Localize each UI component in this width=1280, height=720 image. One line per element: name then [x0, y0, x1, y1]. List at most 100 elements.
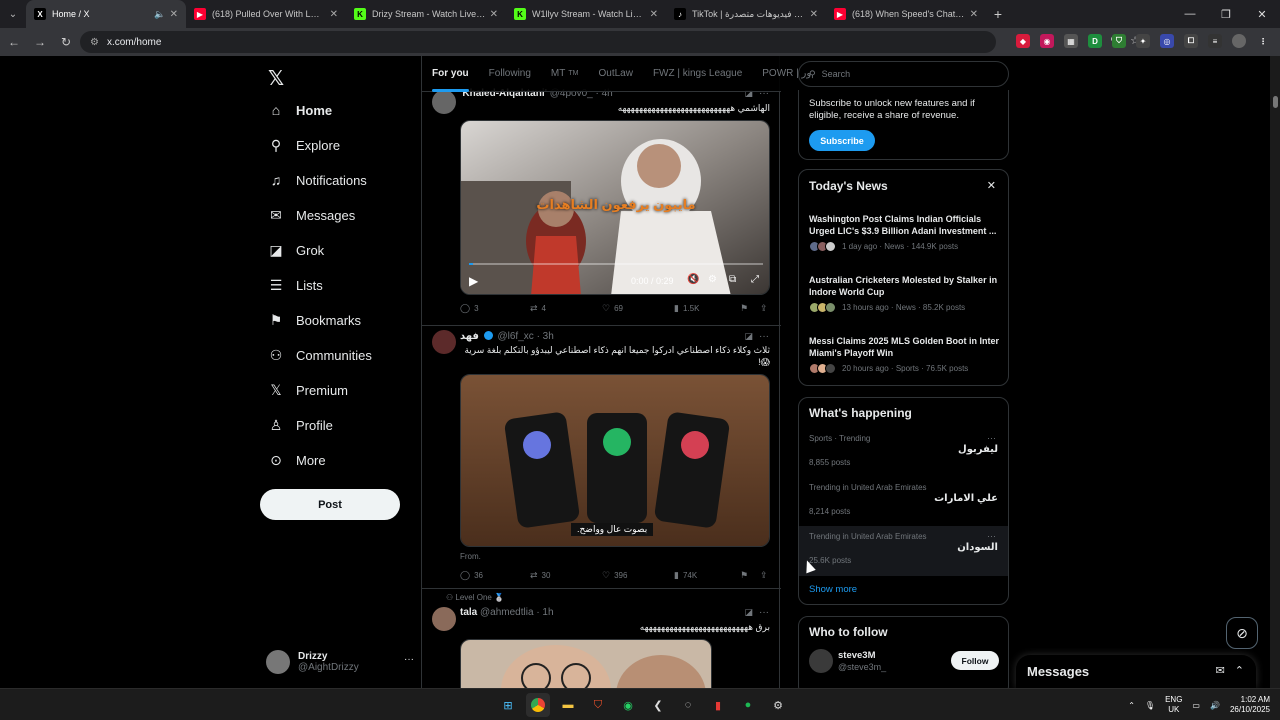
nav-item-messages[interactable]: ✉ Messages [268, 200, 355, 230]
bookmark-button[interactable]: ⚑ [740, 303, 748, 314]
trend-item[interactable]: Trending in United Arab Emirates ··· الس… [799, 526, 1008, 576]
language-indicator[interactable]: ENG UK [1165, 695, 1182, 715]
chrome-icon[interactable] [526, 693, 550, 717]
nav-item-grok[interactable]: ◪ Grok [268, 235, 324, 265]
pip-icon[interactable]: ⧉ [729, 274, 736, 285]
views-button[interactable]: ▮ 1.5K [674, 303, 734, 314]
new-message-icon[interactable]: ✉ [1216, 664, 1225, 677]
close-tab-icon[interactable]: ✕ [490, 9, 498, 20]
browser-tab[interactable]: K Drizy Stream - Watch Live on Ki ✕ [346, 0, 506, 28]
grok-explain-icon[interactable]: ◪ [744, 331, 753, 342]
messages-drawer[interactable]: Messages ✉ ⌃ [1016, 655, 1256, 688]
url-field[interactable]: ⚙ x.com/home [80, 31, 996, 53]
trend-item[interactable]: Trending in United Arab Emirates علي الا… [799, 477, 1008, 527]
restore-icon[interactable]: ❐ [1208, 0, 1244, 28]
tab-following[interactable]: Following [479, 56, 541, 92]
windows-start-icon[interactable]: ⊞ [496, 693, 520, 717]
browser-tab[interactable]: ▶ (618) Pulled Over With LOTS Of ✕ [186, 0, 346, 28]
puzzle-icon[interactable]: ⧠ [1184, 34, 1198, 48]
browser-tab[interactable]: ♪ TikTok | شاهد فيديوهات متصدرة ✕ [666, 0, 826, 28]
x-logo-icon[interactable]: 𝕏 [268, 66, 284, 91]
tab-search-icon[interactable]: ⌄ [0, 0, 26, 28]
like-button[interactable]: ♡ 69 [602, 303, 674, 314]
tab-for-you[interactable]: For you [422, 56, 479, 92]
avatar[interactable] [432, 607, 456, 631]
profile-avatar[interactable] [1232, 34, 1246, 48]
tweet[interactable]: ⚇ Level One 🥈 tala @ahmedtlia · 1h ◪ ···… [422, 589, 781, 688]
nav-item-notifications[interactable]: ♫ Notifications [268, 165, 367, 195]
more-dots-icon[interactable]: ··· [987, 433, 996, 443]
follow-suggestion[interactable]: steve3M @steve3m_ Follow [809, 647, 999, 677]
grok-button[interactable]: ⊘ [1226, 617, 1258, 649]
tweet-time[interactable]: 1h [542, 607, 553, 618]
author-name[interactable]: tala [460, 607, 477, 618]
reply-button[interactable]: ◯ 36 [460, 570, 530, 581]
more-dots-icon[interactable]: ··· [987, 531, 996, 541]
tweet[interactable]: 'Khaled-Alqahtani' @4pov0_ · 4h ◪ ··· ال… [422, 84, 781, 326]
close-tab-icon[interactable]: ✕ [170, 9, 178, 20]
news-item[interactable]: Australian Cricketers Molested by Stalke… [809, 274, 1004, 313]
tweet-video[interactable]: بصوت عال وواضح. [460, 374, 770, 547]
extension-icon[interactable]: D [1088, 34, 1102, 48]
extension-icon[interactable]: ◉ [1040, 34, 1054, 48]
follow-button[interactable]: Follow [951, 651, 999, 670]
social-context[interactable]: ⚇ Level One 🥈 [446, 593, 504, 602]
tweet-time[interactable]: 3h [543, 331, 554, 342]
close-tab-icon[interactable]: ✕ [650, 9, 658, 20]
back-icon[interactable]: ← [2, 30, 26, 54]
author-handle[interactable]: @l6f_xc [498, 331, 534, 342]
network-icon[interactable]: ▭ [1192, 701, 1200, 710]
nav-item-bookmarks[interactable]: ⚑ Bookmarks [268, 305, 361, 335]
media-controls-icon[interactable]: ≡ [1208, 34, 1222, 48]
nav-item-lists[interactable]: ☰ Lists [268, 270, 323, 300]
nav-item-premium[interactable]: 𝕏 Premium [268, 375, 348, 405]
new-tab-icon[interactable]: + [986, 0, 1010, 28]
tweet[interactable]: فهد @l6f_xc · 3h ◪ ··· ثلاث وكلاء ذكاء ا… [422, 326, 781, 589]
speaker-icon[interactable]: 🔈 [154, 9, 165, 20]
browser-tab[interactable]: ▶ (618) When Speed's Chat Made ✕ [826, 0, 986, 28]
show-hidden-icons-icon[interactable]: ⌃ [1128, 701, 1135, 710]
site-info-icon[interactable]: ⚙ [90, 37, 99, 48]
scrollbar-thumb[interactable] [1273, 96, 1278, 108]
more-dots-icon[interactable]: ··· [404, 654, 414, 665]
close-window-icon[interactable]: ✕ [1244, 0, 1280, 28]
scrollbar[interactable] [1270, 56, 1280, 688]
trend-item[interactable]: Sports · Trending ··· ليفربول 8,855 post… [799, 428, 1008, 478]
like-button[interactable]: ♡ 396 [602, 570, 674, 581]
extension-icon[interactable]: ✦ [1136, 34, 1150, 48]
repost-button[interactable]: ⇄ 30 [530, 570, 602, 581]
avatar[interactable] [809, 649, 833, 673]
tweet-video[interactable]: مايبون يرفعون الشاهدات ▶ 0:00 / 0:29 🔇 ⚙… [460, 120, 770, 295]
more-dots-icon[interactable]: ··· [759, 607, 769, 618]
settings-icon[interactable]: ⚙ [766, 693, 790, 717]
search-input[interactable]: ⚲ Search [798, 61, 1009, 87]
whatsapp-icon[interactable]: ◉ [616, 693, 640, 717]
extension-icon[interactable]: ◆ [1016, 34, 1030, 48]
fullscreen-icon[interactable]: ⤢ [751, 274, 759, 285]
clock[interactable]: 1:02 AM 26/10/2025 [1230, 695, 1270, 715]
app-icon[interactable]: ▮ [706, 693, 730, 717]
minimize-icon[interactable]: — [1172, 0, 1208, 28]
app-icon[interactable]: ❮ [646, 693, 670, 717]
more-dots-icon[interactable]: ··· [759, 331, 769, 342]
app-icon[interactable]: ◌ [676, 693, 700, 717]
tweet-image[interactable] [460, 639, 712, 688]
news-item[interactable]: Washington Post Claims Indian Officials … [809, 213, 1004, 252]
avatar[interactable] [432, 330, 456, 354]
nav-item-profile[interactable]: ♙ Profile [268, 410, 333, 440]
tab-fwz[interactable]: FWZ | kings League [643, 56, 752, 92]
author-handle[interactable]: @ahmedtlia [480, 607, 534, 618]
author-name[interactable]: فهد [460, 331, 479, 342]
tab-mt[interactable]: MT TM [541, 56, 589, 92]
mute-icon[interactable]: 🔇 [687, 274, 699, 285]
nav-item-home[interactable]: ⌂ Home [268, 95, 332, 125]
repost-button[interactable]: ⇄ 4 [530, 303, 602, 314]
tab-powr[interactable]: POWR | ور [752, 56, 811, 92]
close-tab-icon[interactable]: ✕ [810, 9, 818, 20]
nav-item-explore[interactable]: ⚲ Explore [268, 130, 340, 160]
from-attribution[interactable]: From. [460, 552, 481, 561]
subscribe-button[interactable]: Subscribe [809, 130, 875, 151]
share-button[interactable]: ⇪ [760, 570, 768, 581]
reload-icon[interactable]: ↻ [54, 30, 78, 54]
news-item[interactable]: Messi Claims 2025 MLS Golden Boot in Int… [809, 335, 1004, 374]
